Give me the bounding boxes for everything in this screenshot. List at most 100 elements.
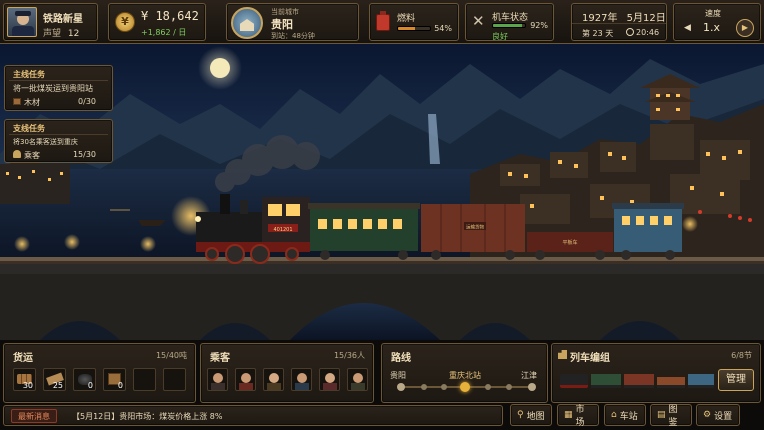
passengers-panel[interactable]: 乘客 15/36人 — [200, 343, 374, 403]
market-label: 市场 — [575, 405, 585, 428]
side-quest-title: 将30名乘客送到重庆 — [13, 138, 78, 146]
settings-button[interactable]: ⚙ 设置 — [696, 404, 740, 426]
passenger-portrait[interactable] — [347, 368, 368, 391]
route-from: 贵阳 — [390, 371, 406, 380]
station-button[interactable]: ⌂ 车站 — [604, 404, 646, 426]
consist-panel[interactable]: 列车编组 6/8节 管理 — [551, 343, 761, 403]
money-panel[interactable]: ¥ ¥ 18,642 +1,862 / 日 — [108, 3, 206, 41]
cargo-slot[interactable]: 30 — [13, 368, 36, 391]
train-consist-icon — [558, 350, 567, 359]
route-to: 江津 — [521, 371, 537, 380]
fame-value: 12 — [67, 29, 80, 39]
cargo-qty: 25 — [52, 381, 63, 390]
speed-decrease-icon[interactable]: ◀ — [684, 23, 691, 33]
cargo-qty: 0 — [87, 381, 93, 390]
condition-label: 机车状态 — [492, 13, 529, 23]
atlas-button[interactable]: ▤ 图鉴 — [650, 404, 692, 428]
route-current-dot[interactable] — [460, 382, 470, 392]
main-quest-panel[interactable]: 主线任务 将一批煤炭运到贵阳站 木材 0/30 — [4, 65, 113, 111]
speed-panel[interactable]: 速度 ◀ 1.x ▶ — [673, 3, 761, 41]
passenger-portrait[interactable] — [319, 368, 340, 391]
settings-label: 设置 — [714, 411, 733, 422]
night-landscape: 401201 运输货物 平板车 — [0, 44, 764, 340]
cargo-panel[interactable]: 货运 15/40吨 30 25 0 0 — [3, 343, 196, 403]
player-name: 铁路新星 — [43, 14, 83, 25]
caboose — [612, 203, 684, 260]
fuel-percent: 54% — [434, 24, 452, 33]
consist-passenger-car[interactable] — [591, 374, 621, 388]
clock-time: 20:46 — [636, 28, 660, 37]
condition-panel[interactable]: ✕ 机车状态 92% 良好 — [465, 3, 554, 41]
money-rate: +1,862 / 日 — [141, 28, 187, 37]
fame-label: 声望 — [43, 29, 62, 39]
date-panel: 1927年 5月12日 第 23 天 20:46 — [571, 3, 667, 41]
top-bar: 铁路新星 声望 12 ¥ ¥ 18,642 +1,862 / 日 当前城市 贵阳… — [0, 0, 764, 44]
money-amount: ¥ 18,642 — [141, 9, 199, 23]
city-emblem-icon — [231, 7, 263, 39]
city-panel[interactable]: 当前城市 贵阳 到站：48分钟 — [226, 3, 359, 41]
route-panel[interactable]: 路线 贵阳 重庆北站 江津 — [381, 343, 548, 403]
cargo-slot[interactable]: 0 — [103, 368, 126, 391]
passengers-count: 15/36人 — [333, 351, 365, 360]
route-stop-dot[interactable] — [528, 383, 536, 391]
city-arrival: 到站：48分钟 — [271, 32, 315, 40]
flatcar-label: 平板车 — [562, 239, 577, 246]
consist-freight-car[interactable] — [624, 374, 654, 388]
passenger-icon — [13, 150, 21, 158]
empty-cargo-slot[interactable] — [163, 368, 186, 391]
game-scene[interactable]: 401201 运输货物 平板车 — [0, 44, 764, 340]
gear-icon: ⚙ — [703, 410, 712, 420]
passenger-portrait[interactable] — [291, 368, 312, 391]
empty-cargo-slot[interactable] — [133, 368, 156, 391]
consist-locomotive[interactable] — [560, 374, 588, 388]
map-button[interactable]: ⚲ 地图 — [510, 404, 552, 426]
shop-icon: ▦ — [564, 410, 573, 420]
news-text: 【5月12日】贵阳市场：煤炭价格上涨 8% — [72, 412, 223, 421]
main-quest-item: 木材 — [24, 98, 40, 107]
cargo-slot[interactable]: 25 — [43, 368, 66, 391]
book-icon: ▤ — [657, 410, 666, 420]
manage-button[interactable]: 管理 — [718, 369, 754, 391]
cargo-qty: 0 — [117, 381, 123, 390]
side-quest-panel[interactable]: 支线任务 将30名乘客送到重庆 乘客 15/30 — [4, 119, 113, 163]
cargo-slot[interactable]: 0 — [73, 368, 96, 391]
consist-title: 列车编组 — [570, 353, 610, 364]
map-pin-icon: ⚲ — [517, 410, 524, 420]
passenger-portrait[interactable] — [263, 368, 284, 391]
passengers-title: 乘客 — [210, 353, 230, 364]
condition-percent: 92% — [530, 21, 548, 30]
freight-wagon: 运输货物 — [421, 204, 525, 260]
main-quest-header: 主线任务 — [13, 70, 45, 79]
consist-flat-car[interactable] — [657, 377, 685, 388]
route-current: 重庆北站 — [449, 371, 481, 380]
engine-plate: 401201 — [273, 227, 292, 233]
consist-count: 6/8节 — [731, 351, 752, 360]
player-panel[interactable]: 铁路新星 声望 12 — [3, 3, 98, 41]
cargo-qty: 30 — [22, 381, 33, 390]
consist-caboose[interactable] — [688, 374, 714, 388]
speed-increase-button[interactable]: ▶ — [736, 19, 754, 37]
cargo-count: 15/40吨 — [155, 351, 187, 360]
news-ticker[interactable]: 最新消息 【5月12日】贵阳市场：煤炭价格上涨 8% — [3, 405, 503, 426]
fuel-label: 燃料 — [397, 14, 416, 24]
passenger-portrait[interactable] — [235, 368, 256, 391]
market-button[interactable]: ▦ 市场 — [557, 404, 599, 428]
passenger-portrait[interactable] — [207, 368, 228, 391]
station-icon: ⌂ — [611, 410, 617, 420]
fuel-panel[interactable]: 燃料 54% — [369, 3, 459, 41]
route-waypoint-dot — [421, 384, 427, 390]
cargo-title: 货运 — [13, 353, 33, 364]
fuel-can-icon — [376, 11, 390, 31]
moon — [210, 58, 230, 78]
lumber-icon — [13, 98, 21, 105]
map-label: 地图 — [526, 411, 545, 422]
freight-label: 运输货物 — [466, 224, 484, 231]
main-quest-title: 将一批煤炭运到贵阳站 — [13, 84, 93, 93]
station-label: 车站 — [619, 411, 638, 422]
side-quest-progress: 15/30 — [72, 150, 96, 159]
side-quest-item: 乘客 — [24, 151, 40, 160]
speed-label: 速度 — [705, 9, 721, 18]
route-stop-dot[interactable] — [397, 383, 405, 391]
coin-icon: ¥ — [115, 12, 135, 32]
player-avatar[interactable] — [7, 7, 37, 37]
